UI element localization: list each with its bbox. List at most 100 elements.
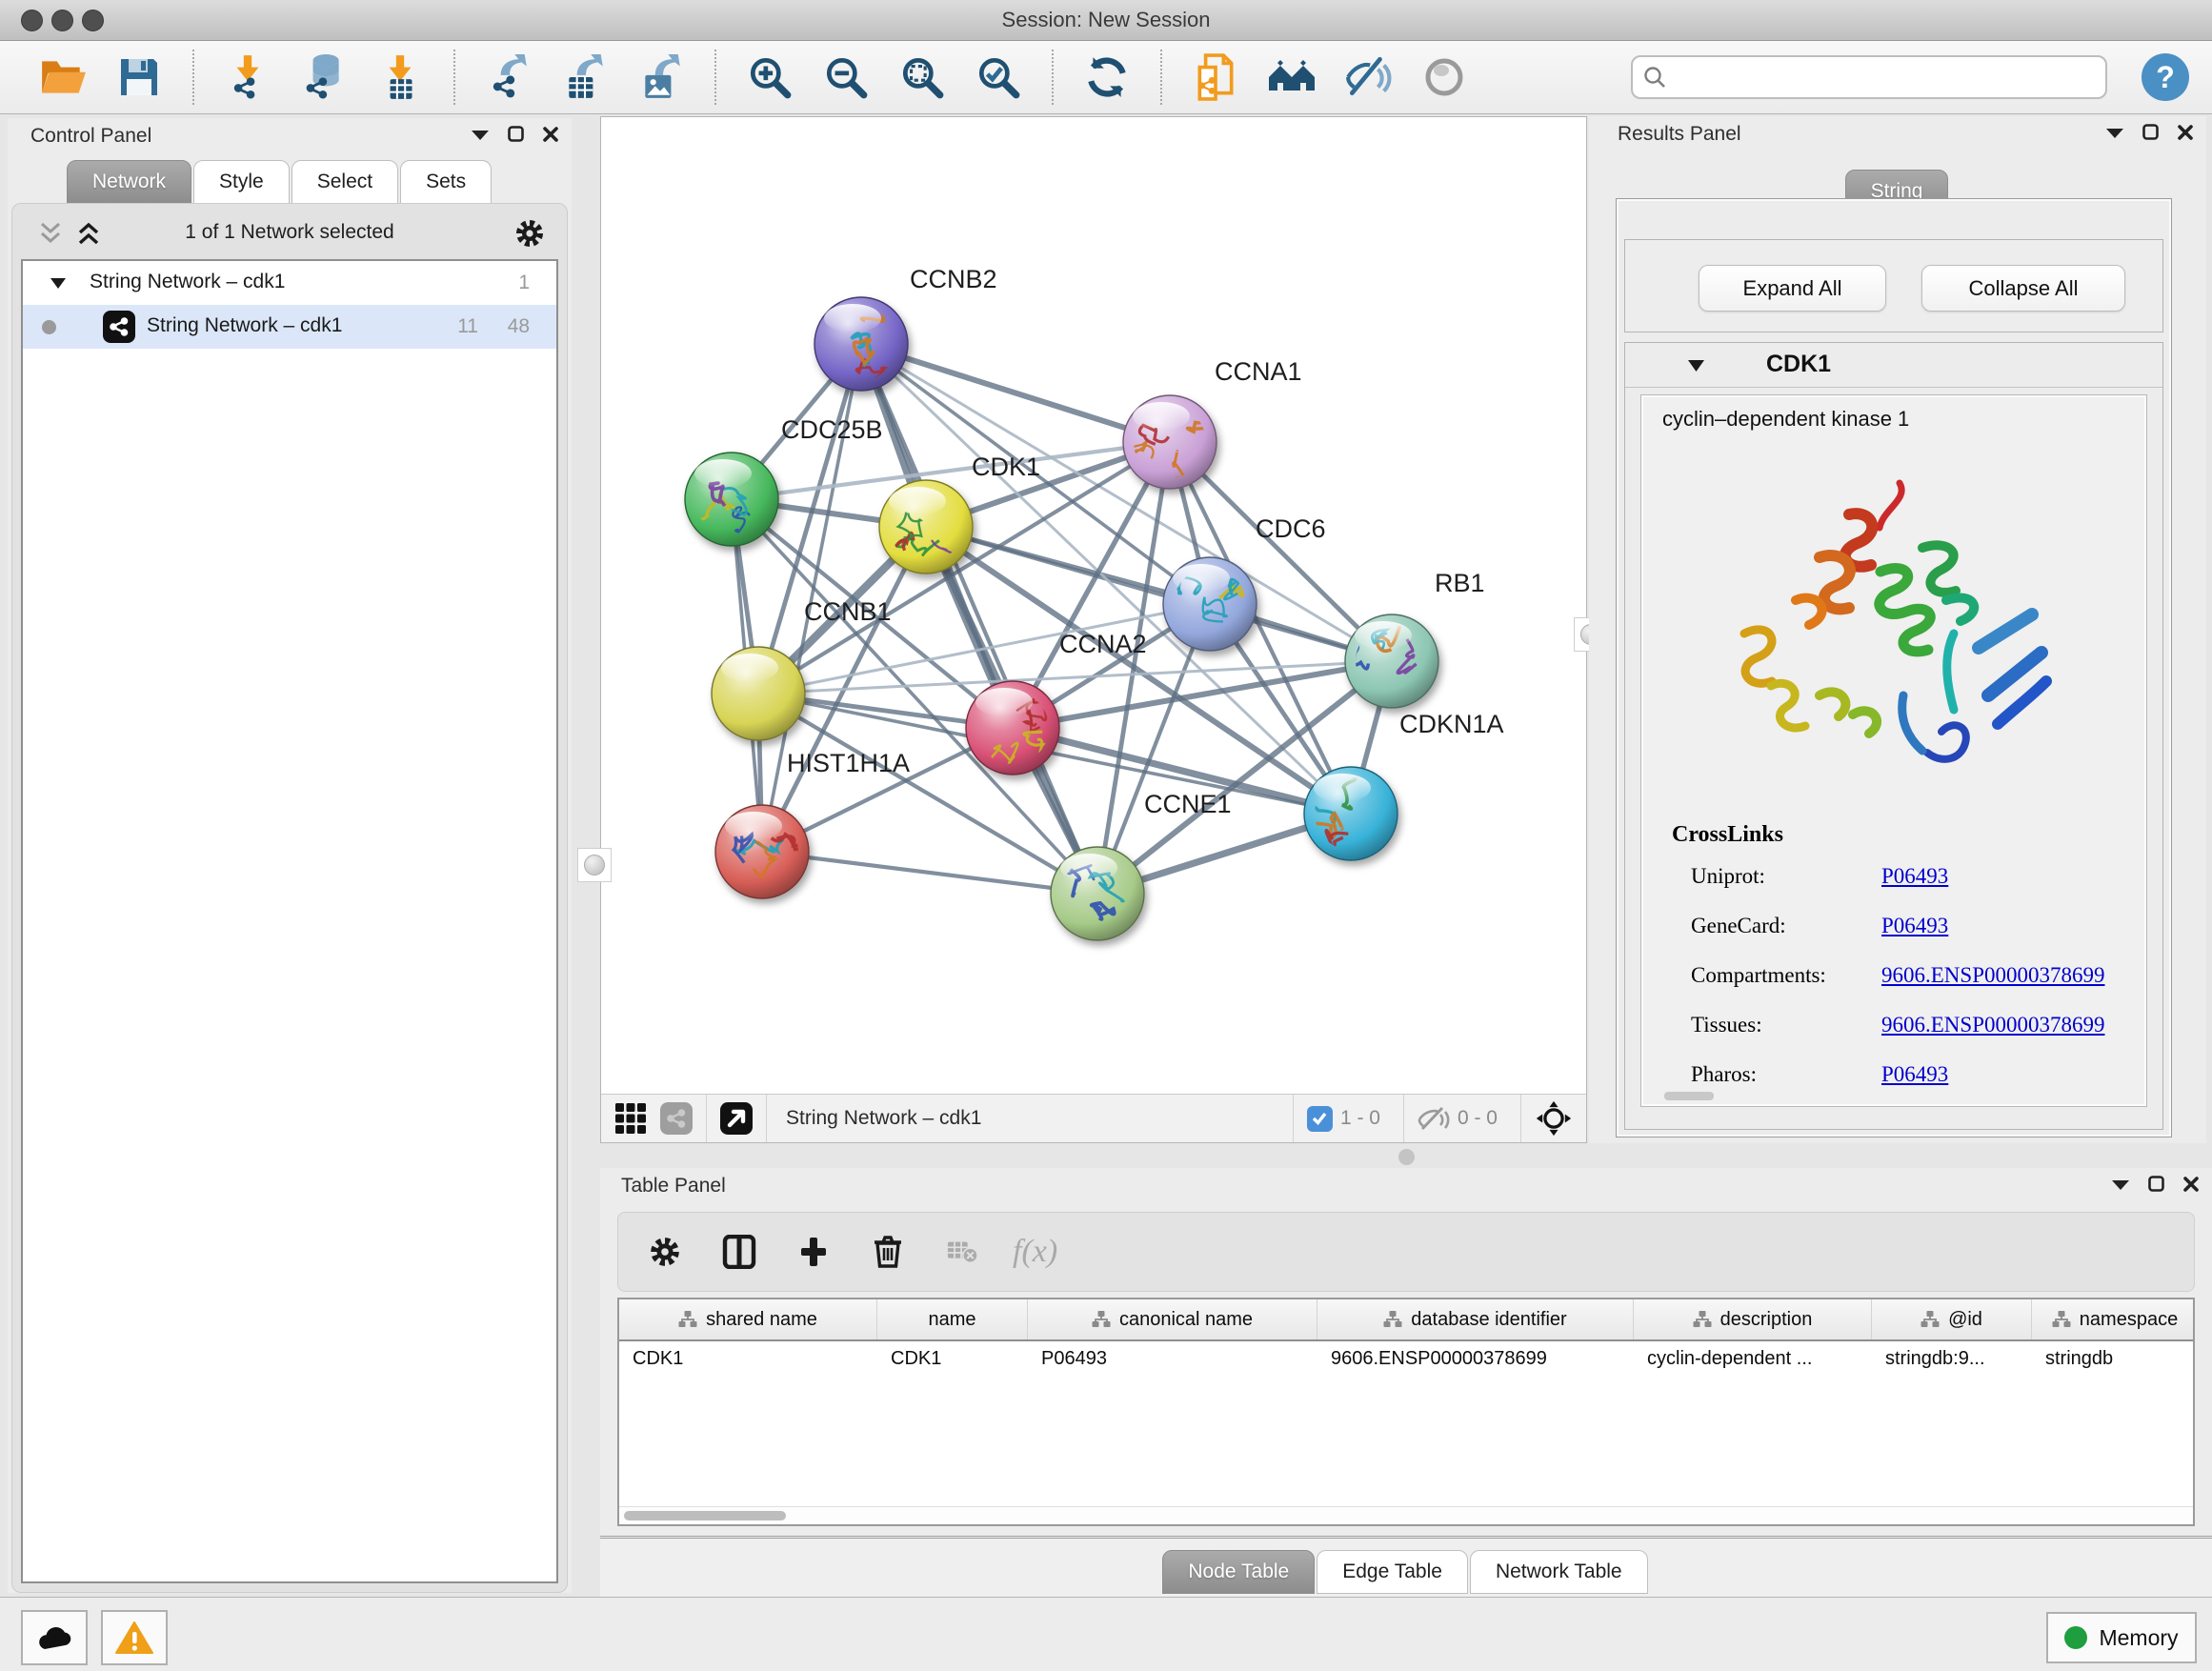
panel-menu-icon[interactable] (472, 129, 489, 140)
panel-menu-icon[interactable] (2106, 127, 2123, 138)
help-icon[interactable]: ? (2142, 53, 2189, 101)
close-panel-icon[interactable] (543, 127, 558, 142)
add-column-icon[interactable] (789, 1227, 838, 1277)
panel-menu-icon[interactable] (2112, 1178, 2129, 1190)
float-panel-icon[interactable] (2142, 124, 2159, 140)
network-canvas[interactable]: CCNB2CCNA1CDC25BCDK1CDC6RB1CCNB1CCNA2CDK… (601, 117, 1586, 1095)
network-node-CDC25B[interactable] (685, 453, 778, 546)
network-node-CCNB2[interactable] (814, 278, 908, 391)
string-logo-icon[interactable] (660, 1102, 693, 1135)
column-header-namespace[interactable]: namespace (2032, 1299, 2195, 1339)
network-node-HIST1H1A[interactable] (715, 805, 811, 898)
table-options-gear-icon[interactable] (640, 1227, 690, 1277)
tab-network-table[interactable]: Network Table (1470, 1550, 1648, 1594)
network-options-gear-icon[interactable] (513, 217, 546, 250)
search-input[interactable] (1675, 66, 2096, 90)
table-cell[interactable]: stringdb (2032, 1341, 2195, 1376)
column-header--id[interactable]: @id (1872, 1299, 2032, 1339)
birds-eye-toggle-icon[interactable] (1535, 1099, 1573, 1137)
column-header-description[interactable]: description (1634, 1299, 1872, 1339)
zoom-selected-icon[interactable] (974, 52, 1023, 102)
table-row[interactable]: CDK1CDK1P064939606.ENSP00000378699cyclin… (619, 1341, 2193, 1376)
export-image-icon[interactable] (636, 52, 686, 102)
cloud-status-button[interactable] (21, 1610, 88, 1665)
zoom-out-icon[interactable] (821, 52, 871, 102)
crosslink-link[interactable]: 9606.ENSP00000378699 (1881, 1013, 2105, 1037)
close-panel-icon[interactable] (2183, 1177, 2199, 1192)
import-network-from-database-icon[interactable] (299, 52, 349, 102)
table-horizontal-scrollbar[interactable] (619, 1506, 2193, 1524)
network-collection-row[interactable]: String Network – cdk1 1 (23, 261, 556, 305)
tab-network[interactable]: Network (67, 160, 191, 204)
horizontal-splitter-handle[interactable] (1398, 1149, 1415, 1165)
results-panel: Results Panel String Expand All Collapse… (1589, 116, 2206, 1143)
table-cell[interactable]: CDK1 (877, 1341, 1028, 1376)
collection-count: 1 (518, 272, 530, 294)
collection-expand-icon[interactable] (50, 277, 66, 289)
tab-sets[interactable]: Sets (400, 160, 492, 204)
tab-select[interactable]: Select (292, 160, 398, 204)
new-network-from-selection-icon[interactable] (1191, 52, 1240, 102)
column-header-shared-name[interactable]: shared name (619, 1299, 877, 1339)
selected-count-checkbox[interactable] (1307, 1106, 1333, 1132)
network-node-CCNA1[interactable] (1123, 395, 1217, 497)
network-node-CCNB1[interactable] (712, 647, 805, 740)
export-network-icon[interactable] (484, 52, 533, 102)
import-table-from-file-icon[interactable] (375, 52, 425, 102)
import-network-from-file-icon[interactable] (223, 52, 272, 102)
export-table-icon[interactable] (560, 52, 610, 102)
left-splitter-handle[interactable] (577, 848, 612, 882)
zoom-in-icon[interactable] (745, 52, 794, 102)
memory-button[interactable]: Memory (2046, 1612, 2197, 1663)
table-cell[interactable]: CDK1 (619, 1341, 877, 1376)
apply-preferred-layout-icon[interactable] (1082, 52, 1132, 102)
delete-column-icon[interactable] (863, 1227, 913, 1277)
network-node-CCNE1[interactable] (1045, 847, 1144, 940)
fit-content-icon[interactable] (897, 52, 947, 102)
network-node-RB1[interactable] (1341, 602, 1438, 708)
warning-status-button[interactable] (101, 1610, 168, 1665)
network-edge-CCNB2-CDKN1A[interactable] (861, 344, 1351, 814)
table-cell[interactable]: P06493 (1028, 1341, 1317, 1376)
tab-edge-table[interactable]: Edge Table (1317, 1550, 1468, 1594)
float-panel-icon[interactable] (2148, 1176, 2164, 1192)
glass-ball-effect-icon[interactable] (1419, 52, 1469, 102)
network-edge-CCNB2-CCNA1[interactable] (861, 344, 1170, 442)
table-panel: Table Panel f(x) (600, 1168, 2212, 1597)
results-horizontal-scrollbar[interactable] (1664, 1092, 1714, 1100)
node-label-CCNA2: CCNA2 (1059, 630, 1147, 658)
hide-selected-icon[interactable] (1343, 52, 1393, 102)
grid-view-icon[interactable] (614, 1102, 647, 1135)
column-header-name[interactable]: name (877, 1299, 1028, 1339)
network-row-selected[interactable]: String Network – cdk1 11 48 (23, 305, 556, 349)
collapse-all-button[interactable]: Collapse All (1921, 265, 2125, 312)
string-home-icon[interactable] (1267, 52, 1317, 102)
network-node-CDKN1A[interactable] (1274, 766, 1398, 860)
control-panel: Control Panel NetworkStyleSelectSets 1 o… (8, 118, 572, 1593)
open-external-icon[interactable] (720, 1102, 753, 1135)
crosslink-link[interactable]: P06493 (1881, 1062, 1948, 1087)
table-cell[interactable]: 9606.ENSP00000378699 (1317, 1341, 1634, 1376)
node-label-CCNA1: CCNA1 (1215, 357, 1302, 386)
crosslink-link[interactable]: P06493 (1881, 864, 1948, 889)
table-cell[interactable]: cyclin-dependent ... (1634, 1341, 1872, 1376)
network-node-CCNA2[interactable] (966, 681, 1059, 775)
scrollbar-thumb[interactable] (624, 1511, 786, 1520)
crosslink-link[interactable]: 9606.ENSP00000378699 (1881, 963, 2105, 988)
close-panel-icon[interactable] (2178, 125, 2193, 140)
network-node-CDC6[interactable] (1163, 557, 1257, 651)
hidden-eye-icon[interactable] (1418, 1106, 1450, 1131)
show-columns-icon[interactable] (714, 1227, 764, 1277)
tab-style[interactable]: Style (193, 160, 290, 204)
section-collapse-icon[interactable] (1688, 359, 1704, 372)
save-session-icon[interactable] (114, 52, 164, 102)
open-file-icon[interactable] (38, 52, 88, 102)
network-edge-CCNE1-HIST1H1A[interactable] (762, 852, 1097, 894)
float-panel-icon[interactable] (508, 126, 524, 142)
table-cell[interactable]: stringdb:9... (1872, 1341, 2032, 1376)
expand-all-button[interactable]: Expand All (1699, 265, 1886, 312)
column-header-database-identifier[interactable]: database identifier (1317, 1299, 1634, 1339)
crosslink-link[interactable]: P06493 (1881, 914, 1948, 938)
column-header-canonical-name[interactable]: canonical name (1028, 1299, 1317, 1339)
tab-node-table[interactable]: Node Table (1162, 1550, 1315, 1594)
